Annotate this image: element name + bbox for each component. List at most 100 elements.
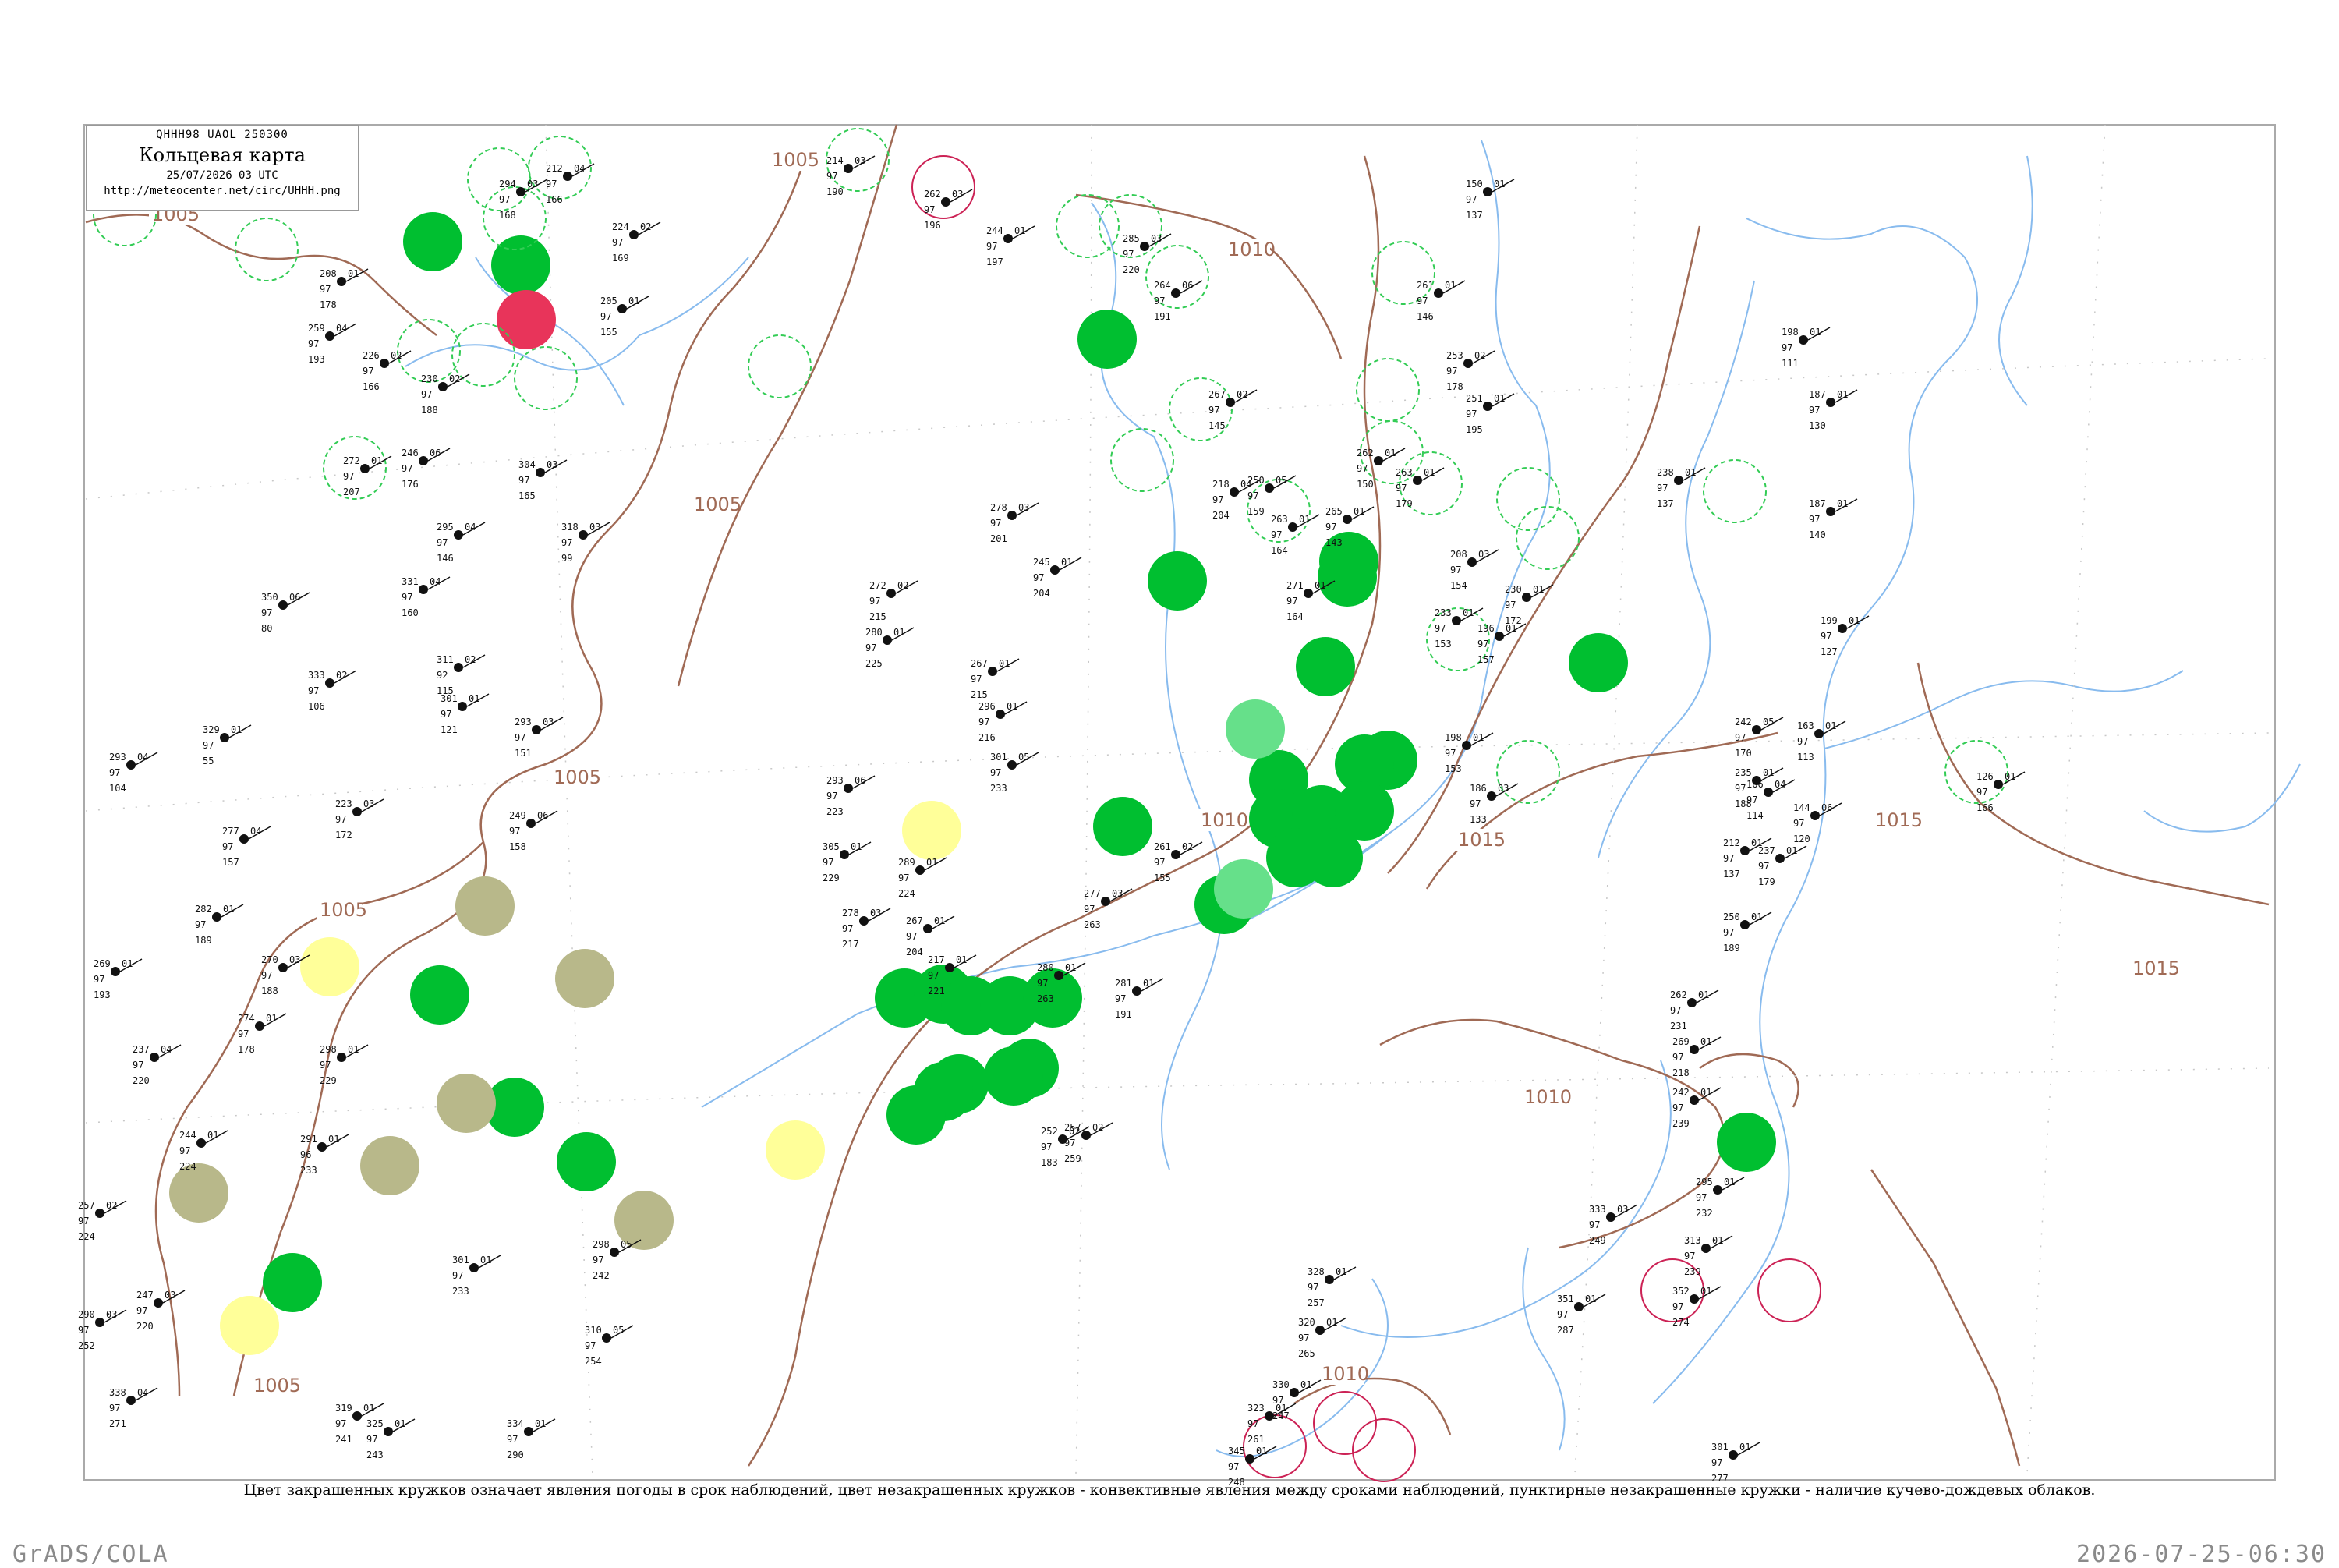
weather-circle-rain xyxy=(1148,551,1207,611)
station-temperature: 97 xyxy=(1797,736,1808,747)
station-dewpoint: 271 xyxy=(109,1418,126,1429)
station-temperature: 97 xyxy=(509,826,520,837)
station-dewpoint: 178 xyxy=(1446,381,1463,392)
station-tendency: 02 xyxy=(897,580,908,591)
cloud-cover-icon xyxy=(1343,515,1352,524)
station-tendency: 01 xyxy=(480,1255,491,1265)
map-frame xyxy=(83,124,2276,1481)
station-pressure: 325 xyxy=(366,1418,384,1429)
station-pressure: 217 xyxy=(928,954,945,965)
station-temperature: 97 xyxy=(109,1403,120,1414)
station-temperature: 97 xyxy=(1247,1418,1258,1429)
station-dewpoint: 233 xyxy=(300,1165,317,1176)
station-temperature: 97 xyxy=(1477,639,1488,649)
station-temperature: 97 xyxy=(1435,623,1446,634)
cloud-cover-icon xyxy=(1054,971,1063,980)
cloud-cover-icon xyxy=(1226,398,1235,407)
station-pressure: 247 xyxy=(136,1290,154,1301)
station-temperature: 97 xyxy=(978,717,989,727)
station-temperature: 92 xyxy=(437,670,448,681)
station-pressure: 323 xyxy=(1247,1403,1265,1414)
weather-circle-rain xyxy=(1077,310,1137,369)
station-pressure: 187 xyxy=(1809,498,1826,509)
station-tendency: 01 xyxy=(1256,1446,1267,1457)
station-tendency: 01 xyxy=(1700,1286,1711,1297)
station-pressure: 242 xyxy=(1672,1087,1690,1098)
station-temperature: 97 xyxy=(826,791,837,802)
station-pressure: 278 xyxy=(990,502,1007,513)
station-temperature: 97 xyxy=(222,841,233,852)
station-pressure: 150 xyxy=(1466,179,1483,189)
cloud-cover-icon xyxy=(1574,1302,1584,1311)
station-temperature: 97 xyxy=(335,1418,346,1429)
weather-circle-haze xyxy=(555,949,614,1008)
station-tendency: 02 xyxy=(1237,389,1247,400)
station-pressure: 280 xyxy=(1037,962,1054,973)
isobar-label: 1010 xyxy=(1201,809,1248,831)
station-dewpoint: 191 xyxy=(1115,1009,1132,1020)
station-pressure: 333 xyxy=(1589,1204,1606,1215)
cloud-cover-icon xyxy=(95,1209,104,1218)
station-pressure: 223 xyxy=(335,798,352,809)
station-temperature: 97 xyxy=(600,311,611,322)
isobar-label: 1015 xyxy=(1875,809,1923,831)
cloud-cover-icon xyxy=(1690,1294,1699,1304)
station-temperature: 97 xyxy=(823,857,833,868)
station-temperature: 97 xyxy=(1325,522,1336,533)
station-temperature: 97 xyxy=(1286,596,1297,607)
weather-circle-haze xyxy=(360,1136,419,1195)
station-tendency: 02 xyxy=(449,373,460,384)
station-pressure: 281 xyxy=(1115,978,1132,989)
station-tendency: 01 xyxy=(1849,615,1860,626)
station-temperature: 97 xyxy=(1115,993,1126,1004)
station-dewpoint: 243 xyxy=(366,1449,384,1460)
station-tendency: 05 xyxy=(1018,752,1029,763)
station-dewpoint: 153 xyxy=(1445,763,1462,774)
station-pressure: 259 xyxy=(308,323,325,334)
station-tendency: 02 xyxy=(391,350,402,361)
station-pressure: 226 xyxy=(363,350,380,361)
station-temperature: 97 xyxy=(1684,1251,1695,1262)
station-pressure: 187 xyxy=(1809,389,1826,400)
isobar-label: 1015 xyxy=(1458,829,1506,851)
station-temperature: 97 xyxy=(1357,463,1368,474)
station-dewpoint: 164 xyxy=(1286,611,1304,622)
station-pressure: 198 xyxy=(1445,732,1462,743)
station-temperature: 97 xyxy=(94,974,104,985)
station-tendency: 04 xyxy=(137,752,148,763)
station-tendency: 03 xyxy=(1112,888,1123,899)
station-temperature: 97 xyxy=(1228,1461,1239,1472)
station-temperature: 97 xyxy=(1672,1103,1683,1113)
station-pressure: 261 xyxy=(1154,841,1171,852)
station-dewpoint: 153 xyxy=(1435,639,1452,649)
station-dewpoint: 137 xyxy=(1657,498,1674,509)
station-pressure: 329 xyxy=(203,724,220,735)
station-pressure: 291 xyxy=(300,1134,317,1145)
station-tendency: 02 xyxy=(1069,1126,1080,1137)
cloud-cover-icon xyxy=(196,1138,206,1148)
cloud-cover-icon xyxy=(126,1396,136,1405)
cloud-cover-icon xyxy=(1826,398,1835,407)
station-pressure: 290 xyxy=(78,1309,95,1320)
station-dewpoint: 223 xyxy=(826,806,844,817)
map-url[interactable]: http://meteocenter.net/circ/UHHH.png xyxy=(87,185,358,197)
cloud-cover-icon xyxy=(419,585,428,594)
station-pressure: 285 xyxy=(1123,233,1140,244)
station-pressure: 277 xyxy=(1084,888,1101,899)
station-dewpoint: 188 xyxy=(421,405,438,416)
station-pressure: 233 xyxy=(1435,607,1452,618)
cloud-cover-icon xyxy=(1007,760,1017,770)
station-tendency: 01 xyxy=(231,724,242,735)
station-tendency: 01 xyxy=(371,455,382,466)
station-pressure: 199 xyxy=(1821,615,1838,626)
station-dewpoint: 204 xyxy=(906,947,923,957)
station-tendency: 05 xyxy=(1276,475,1286,486)
station-tendency: 01 xyxy=(1533,584,1544,595)
station-dewpoint: 263 xyxy=(1037,993,1054,1004)
station-pressure: 242 xyxy=(1735,717,1752,727)
station-dewpoint: 221 xyxy=(928,986,945,996)
isobar-label: 1005 xyxy=(320,899,367,921)
station-pressure: 267 xyxy=(906,915,923,926)
cloud-cover-icon xyxy=(1775,854,1785,863)
station-pressure: 278 xyxy=(842,908,859,919)
